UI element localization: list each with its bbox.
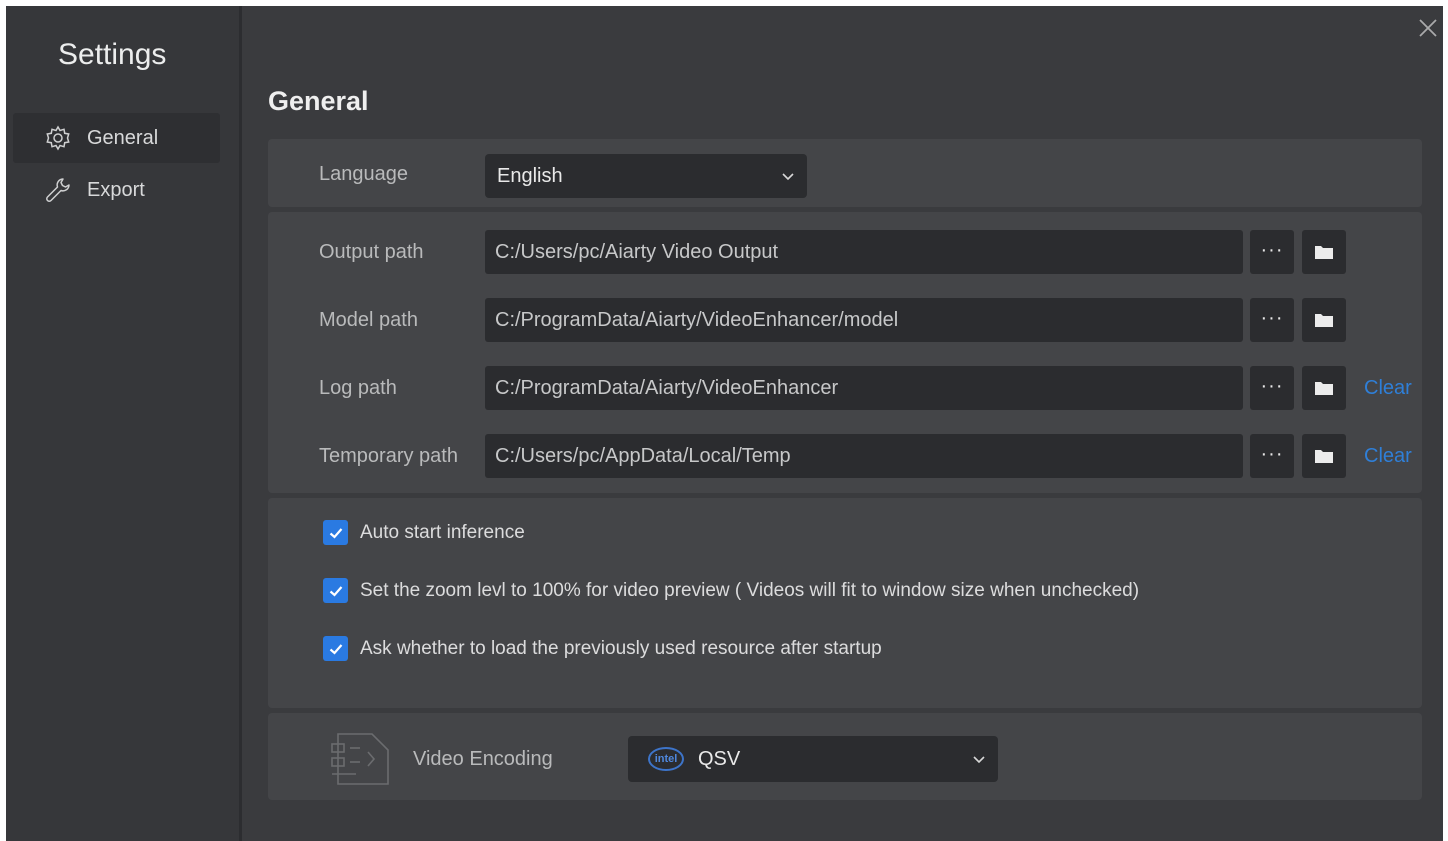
paths-card: Output path C:/Users/pc/Aiarty Video Out… [268,212,1422,493]
output-path-open-folder-button[interactable] [1302,230,1346,274]
video-encoding-select[interactable]: intel QSV [628,736,998,782]
path-label: Temporary path [319,445,458,467]
checkmark-icon [329,527,342,539]
sidebar-title: Settings [58,38,167,71]
intel-logo-icon: intel [648,747,684,771]
settings-window: Settings General Export General Language… [6,6,1443,841]
encoding-card: Video Encoding intel QSV [268,713,1422,800]
page-title: General [268,86,369,116]
log-path-browse-button[interactable]: ··· [1250,366,1294,410]
option-label: Auto start inference [360,521,525,543]
language-select[interactable]: English [485,154,807,198]
sidebar: Settings General Export [6,6,242,841]
path-label: Output path [319,241,424,263]
path-label: Log path [319,377,397,399]
temporary-path-browse-button[interactable]: ··· [1250,434,1294,478]
sidebar-item-export[interactable]: Export [13,165,220,215]
options-card: Auto start inference Set the zoom levl t… [268,498,1422,708]
video-encoding-value: QSV [698,747,741,770]
more-icon: ··· [1260,307,1284,329]
option-label: Ask whether to load the previously used … [360,637,882,659]
folder-icon [1315,382,1333,395]
temporary-path-clear-link[interactable]: Clear [1364,445,1412,468]
output-path-browse-button[interactable]: ··· [1250,230,1294,274]
more-icon: ··· [1260,443,1284,465]
log-path-open-folder-button[interactable] [1302,366,1346,410]
sidebar-item-general[interactable]: General [13,113,220,163]
temporary-path-open-folder-button[interactable] [1302,434,1346,478]
video-encoding-label: Video Encoding [413,748,553,770]
language-label: Language [319,163,408,185]
more-icon: ··· [1260,375,1284,397]
folder-icon [1315,450,1333,463]
sidebar-item-label: Export [87,178,145,201]
folder-icon [1315,246,1333,259]
close-icon [1419,19,1437,37]
output-path-field[interactable]: C:/Users/pc/Aiarty Video Output [485,230,1243,274]
checkmark-icon [329,643,342,655]
option-load-previous-resource[interactable]: Ask whether to load the previously used … [323,636,882,661]
chevron-down-icon [973,756,985,764]
model-path-field[interactable]: C:/ProgramData/Aiarty/VideoEnhancer/mode… [485,298,1243,342]
sidebar-item-label: General [87,126,159,149]
gear-icon [43,123,73,153]
model-path-open-folder-button[interactable] [1302,298,1346,342]
language-value: English [497,164,563,187]
language-card: Language English [268,139,1422,207]
log-path-clear-link[interactable]: Clear [1364,377,1412,400]
close-button[interactable] [1416,16,1440,40]
model-path-browse-button[interactable]: ··· [1250,298,1294,342]
checkbox[interactable] [323,636,348,661]
video-encoding-icon [328,730,392,791]
checkbox[interactable] [323,578,348,603]
path-label: Model path [319,309,418,331]
option-auto-start-inference[interactable]: Auto start inference [323,520,525,545]
chevron-down-icon [782,173,794,181]
option-label: Set the zoom levl to 100% for video prev… [360,579,1140,601]
checkmark-icon [329,585,342,597]
option-zoom-level[interactable]: Set the zoom levl to 100% for video prev… [323,578,1139,603]
wrench-icon [43,175,73,205]
more-icon: ··· [1260,239,1284,261]
log-path-field[interactable]: C:/ProgramData/Aiarty/VideoEnhancer [485,366,1243,410]
checkbox[interactable] [323,520,348,545]
temporary-path-field[interactable]: C:/Users/pc/AppData/Local/Temp [485,434,1243,478]
folder-icon [1315,314,1333,327]
